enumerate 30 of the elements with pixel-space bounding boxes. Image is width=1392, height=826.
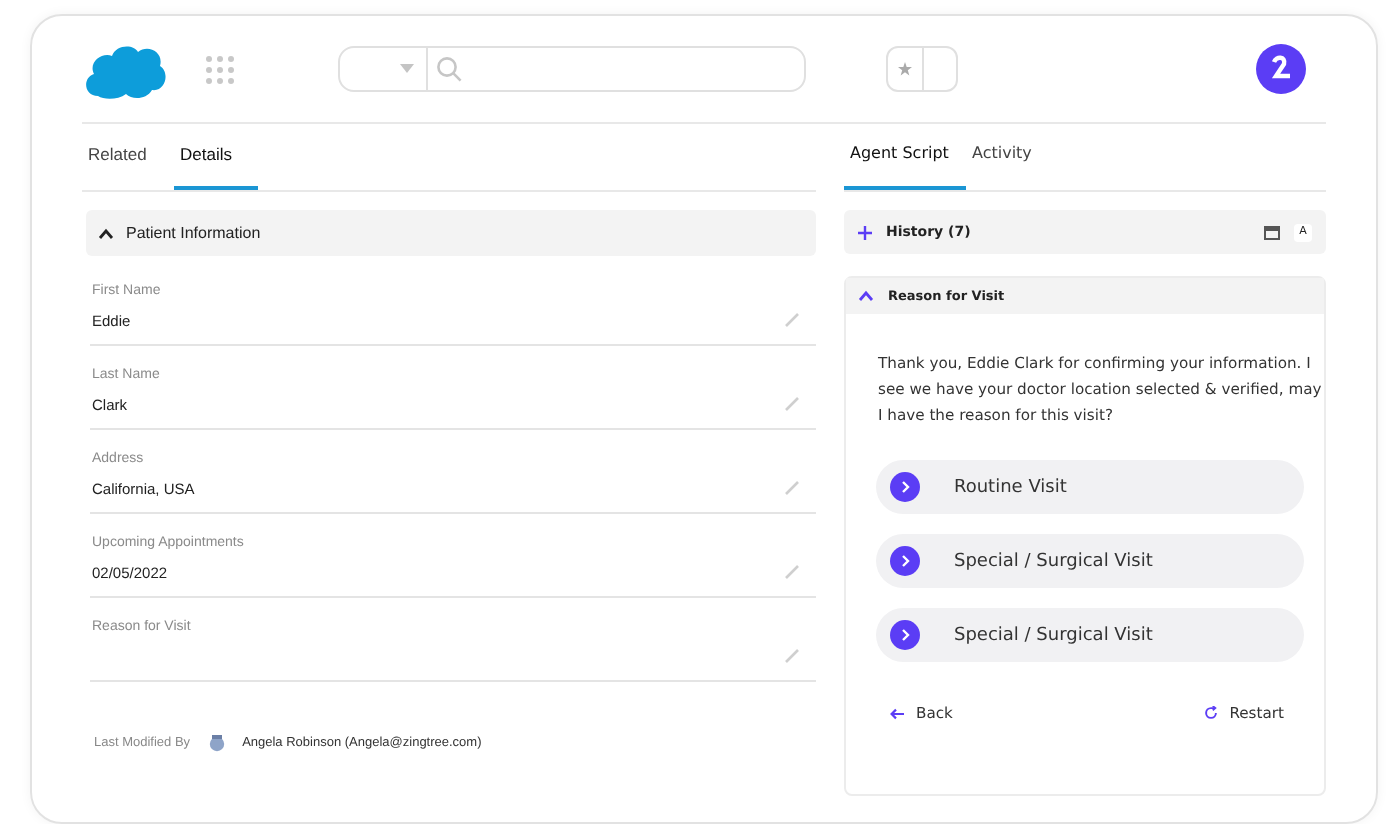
caret-down-icon (400, 64, 414, 74)
tab[interactable]: Details (174, 136, 258, 190)
star-icon[interactable] (897, 62, 912, 76)
tab[interactable]: Related (82, 136, 174, 190)
option-button[interactable]: Routine Visit (876, 460, 1304, 514)
pencil-icon[interactable] (784, 480, 800, 496)
chevron-right-icon (890, 620, 920, 650)
pencil-icon[interactable] (784, 312, 800, 328)
arrow-left-icon (890, 707, 904, 719)
user-icon (208, 734, 227, 752)
pencil-icon[interactable] (784, 648, 800, 664)
chevron-right-icon (890, 546, 920, 576)
plus-icon (858, 225, 872, 239)
calendar-icon[interactable] (1264, 225, 1280, 239)
option-button[interactable]: Special / Surgical Visit (876, 534, 1304, 588)
pencil-icon[interactable] (784, 564, 800, 580)
section-header[interactable]: Patient Information (86, 210, 816, 256)
search-icon (436, 56, 462, 82)
option-button[interactable]: Special / Surgical Visit (876, 608, 1304, 662)
section-title: Patient Information (126, 224, 261, 242)
tab[interactable]: Agent Script (844, 136, 966, 190)
app-launcher-icon[interactable] (206, 55, 234, 83)
caret-up-icon (858, 290, 874, 302)
caret-up-icon (98, 227, 114, 239)
refresh-icon (1203, 706, 1218, 720)
avatar-icon[interactable] (1256, 44, 1306, 94)
tab[interactable]: Activity (966, 136, 1086, 190)
pencil-icon[interactable] (784, 396, 800, 412)
search-field[interactable] (338, 46, 806, 92)
chevron-right-icon (890, 472, 920, 502)
